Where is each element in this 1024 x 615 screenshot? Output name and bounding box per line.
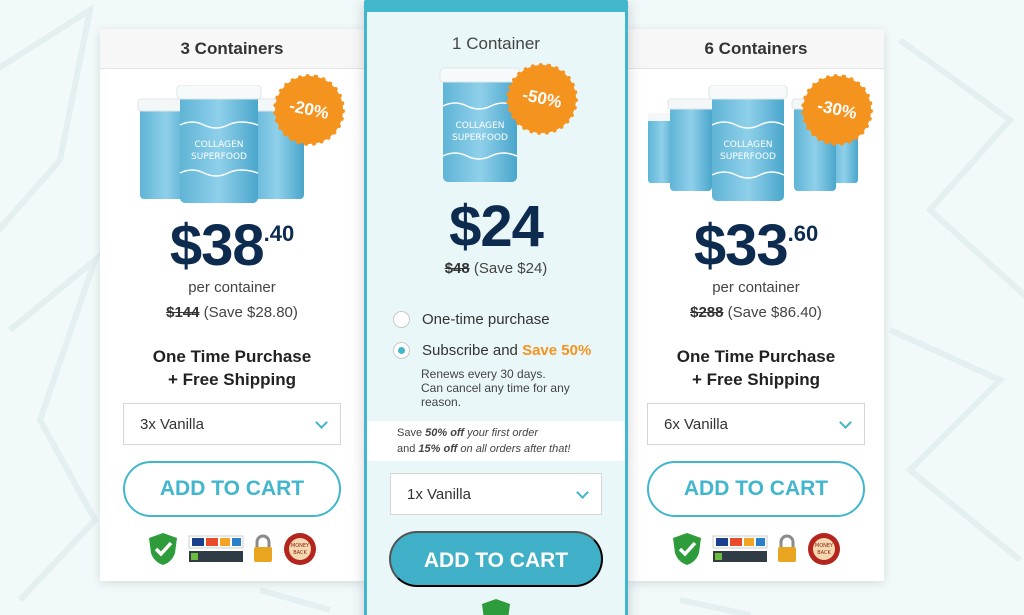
pricing-card-1-container: 1 Container COLLAGEN SUPERFOOD -50% $24 …: [364, 0, 628, 615]
price: $33 .60: [628, 217, 884, 275]
promo-save: Save: [397, 427, 423, 439]
option-subscribe-save: Save 50%: [522, 342, 592, 359]
add-to-cart-button[interactable]: ADD TO CART: [123, 461, 341, 517]
compare-price: $48 (Save $24): [367, 260, 625, 277]
per-container-label: per container: [188, 279, 276, 296]
svg-text:SUPERFOOD: SUPERFOOD: [452, 133, 508, 143]
price-dollars: $33: [693, 213, 789, 278]
renew-note: Renews every 30 days. Can cancel any tim…: [421, 367, 625, 409]
pricing-card-3-containers: 3 Containers COLLAGEN SUPERFOOD -20% $38…: [100, 29, 364, 581]
svg-text:COLLAGEN: COLLAGEN: [195, 140, 244, 150]
price: $24: [367, 198, 625, 256]
chevron-down-icon: [315, 415, 328, 429]
purchase-type-line1: One Time Purchase: [152, 347, 312, 366]
svg-text:COLLAGEN: COLLAGEN: [724, 140, 773, 150]
original-price: $48: [444, 260, 470, 277]
product-image-6-tubs: COLLAGEN SUPERFOOD -30%: [647, 73, 874, 213]
svg-text:MONEY: MONEY: [815, 543, 834, 549]
subscription-promo: Save 50% off your first order and 15% of…: [367, 421, 625, 461]
purchase-type: One Time Purchase + Free Shipping: [100, 345, 364, 391]
flavor-select-value: 1x Vanilla: [407, 485, 471, 503]
shield-check-icon: [149, 533, 177, 565]
svg-text:MONEY: MONEY: [291, 543, 310, 549]
trust-badges: MONEY BACK: [100, 531, 364, 567]
lock-icon: [778, 534, 796, 562]
payment-cards-icon: [188, 535, 244, 562]
shield-check-icon: [673, 533, 701, 565]
per-container-label: per container: [712, 279, 800, 296]
savings-text: (Save $28.80): [203, 304, 298, 321]
renew-line2: Can cancel any time for any: [421, 381, 570, 395]
shield-check-icon: [482, 599, 510, 615]
svg-text:BACK: BACK: [817, 550, 831, 556]
trust-badges: [367, 597, 625, 615]
flavor-select-value: 6x Vanilla: [664, 415, 728, 433]
option-one-time-label: One-time purchase: [422, 311, 550, 328]
original-price: $288: [690, 304, 724, 321]
promo-recurring-text: on all orders after that!: [460, 443, 571, 455]
purchase-type-line2: + Free Shipping: [168, 370, 296, 389]
promo-first-order: your first order: [467, 427, 539, 439]
compare-price: $144 (Save $28.80): [100, 304, 364, 321]
product-image-1-tub: COLLAGEN SUPERFOOD -50%: [431, 62, 579, 190]
promo-and: and: [397, 443, 416, 455]
purchase-type: One Time Purchase + Free Shipping: [628, 345, 884, 391]
savings-text: (Save $24): [473, 260, 548, 277]
price-dollars: $24: [449, 194, 544, 259]
card-header: 6 Containers: [628, 29, 884, 69]
money-back-icon: MONEY BACK: [808, 533, 840, 565]
flavor-select[interactable]: 6x Vanilla: [647, 403, 865, 445]
svg-text:BACK: BACK: [293, 550, 307, 556]
money-back-icon: MONEY BACK: [284, 533, 316, 565]
chevron-down-icon: [839, 415, 852, 429]
product-image-3-tubs: COLLAGEN SUPERFOOD -20%: [132, 73, 346, 213]
payment-cards-icon: [712, 535, 768, 562]
price-dollars: $38: [169, 213, 265, 278]
add-to-cart-button[interactable]: ADD TO CART: [389, 531, 603, 587]
radio-subscribe[interactable]: [393, 342, 410, 359]
chevron-down-icon: [576, 485, 589, 499]
radio-one-time[interactable]: [393, 311, 410, 328]
card-header: 3 Containers: [100, 29, 364, 69]
price-cents: .40: [263, 221, 295, 246]
original-price: $144: [166, 304, 200, 321]
price-cents: .60: [787, 221, 819, 246]
trust-badges: MONEY BACK: [628, 531, 884, 567]
svg-text:SUPERFOOD: SUPERFOOD: [720, 152, 776, 162]
svg-text:SUPERFOOD: SUPERFOOD: [191, 152, 247, 162]
purchase-options: One-time purchase Subscribe and Save 50%…: [393, 311, 625, 409]
price: $38 .40: [100, 217, 364, 275]
promo-first-discount: 50% off: [425, 427, 465, 439]
flavor-select[interactable]: 3x Vanilla: [123, 403, 341, 445]
renew-line3: reason.: [421, 395, 462, 409]
option-one-time[interactable]: One-time purchase: [393, 311, 625, 328]
svg-text:COLLAGEN: COLLAGEN: [456, 121, 505, 131]
promo-recurring-discount: 15% off: [418, 443, 458, 455]
card-header: 1 Container: [452, 34, 540, 53]
discount-badge: -20%: [272, 73, 346, 147]
flavor-select-value: 3x Vanilla: [140, 415, 204, 433]
flavor-select[interactable]: 1x Vanilla: [390, 473, 602, 515]
add-to-cart-button[interactable]: ADD TO CART: [647, 461, 865, 517]
savings-text: (Save $86.40): [727, 304, 822, 321]
pricing-card-6-containers: 6 Containers COLLAGEN SUPERFOOD -30% $33…: [628, 29, 884, 581]
purchase-type-line2: + Free Shipping: [692, 370, 820, 389]
option-subscribe-label: Subscribe and: [422, 342, 518, 359]
lock-icon: [254, 534, 272, 562]
option-subscribe[interactable]: Subscribe and Save 50%: [393, 342, 625, 359]
discount-badge: -50%: [505, 62, 579, 136]
renew-line1: Renews every 30 days.: [421, 367, 546, 381]
purchase-type-line1: One Time Purchase: [676, 347, 836, 366]
compare-price: $288 (Save $86.40): [628, 304, 884, 321]
